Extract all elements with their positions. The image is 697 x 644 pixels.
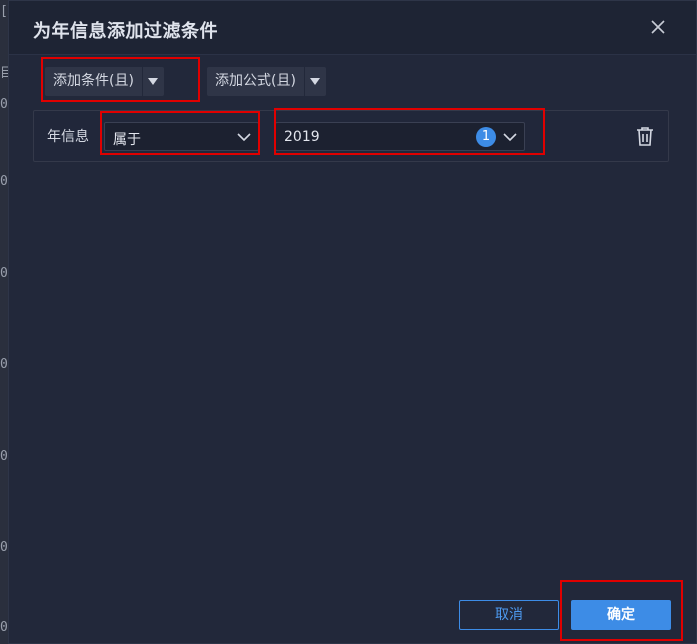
operator-value: 属于 <box>113 132 141 148</box>
operator-select[interactable]: 属于 <box>104 122 259 151</box>
background-fragment: 0 <box>0 620 8 635</box>
add-condition-button[interactable]: 添加条件(且) <box>45 67 164 96</box>
background-fragment: 0 <box>0 540 8 555</box>
background-fragment: 0 <box>0 449 8 464</box>
add-condition-label: 添加条件(且) <box>53 73 134 89</box>
field-label: 年信息 <box>47 129 89 145</box>
dialog-title: 为年信息添加过滤条件 <box>33 21 218 42</box>
background-page-strip: [ 目 0 0 0 0 0 0 0 <box>0 0 13 644</box>
value-select[interactable]: 2019 1 <box>275 122 525 151</box>
filter-dialog: 为年信息添加过滤条件 添加条件(且) 添加公式(且) 年信息 属于 2019 1 <box>8 0 697 644</box>
background-fragment: 0 <box>0 266 8 281</box>
trash-icon[interactable] <box>636 126 654 146</box>
confirm-button[interactable]: 确定 <box>571 600 671 630</box>
chevron-down-icon <box>503 133 517 142</box>
close-button[interactable] <box>646 15 670 39</box>
selected-count-badge: 1 <box>476 127 496 147</box>
chevron-down-icon <box>237 133 251 142</box>
value-text: 2019 <box>284 129 320 145</box>
background-fragment: 0 <box>0 357 8 372</box>
add-formula-button[interactable]: 添加公式(且) <box>207 67 326 96</box>
cancel-button[interactable]: 取消 <box>459 600 559 630</box>
background-fragment: [ <box>0 4 8 19</box>
filter-condition-row: 年信息 属于 2019 1 <box>33 110 669 162</box>
background-fragment: 0 <box>0 174 8 189</box>
add-formula-label: 添加公式(且) <box>215 73 296 89</box>
close-icon <box>651 20 665 34</box>
caret-down-icon[interactable] <box>303 67 326 96</box>
caret-down-icon[interactable] <box>141 67 164 96</box>
dialog-header: 为年信息添加过滤条件 <box>9 1 696 55</box>
background-fragment: 0 <box>0 97 8 112</box>
